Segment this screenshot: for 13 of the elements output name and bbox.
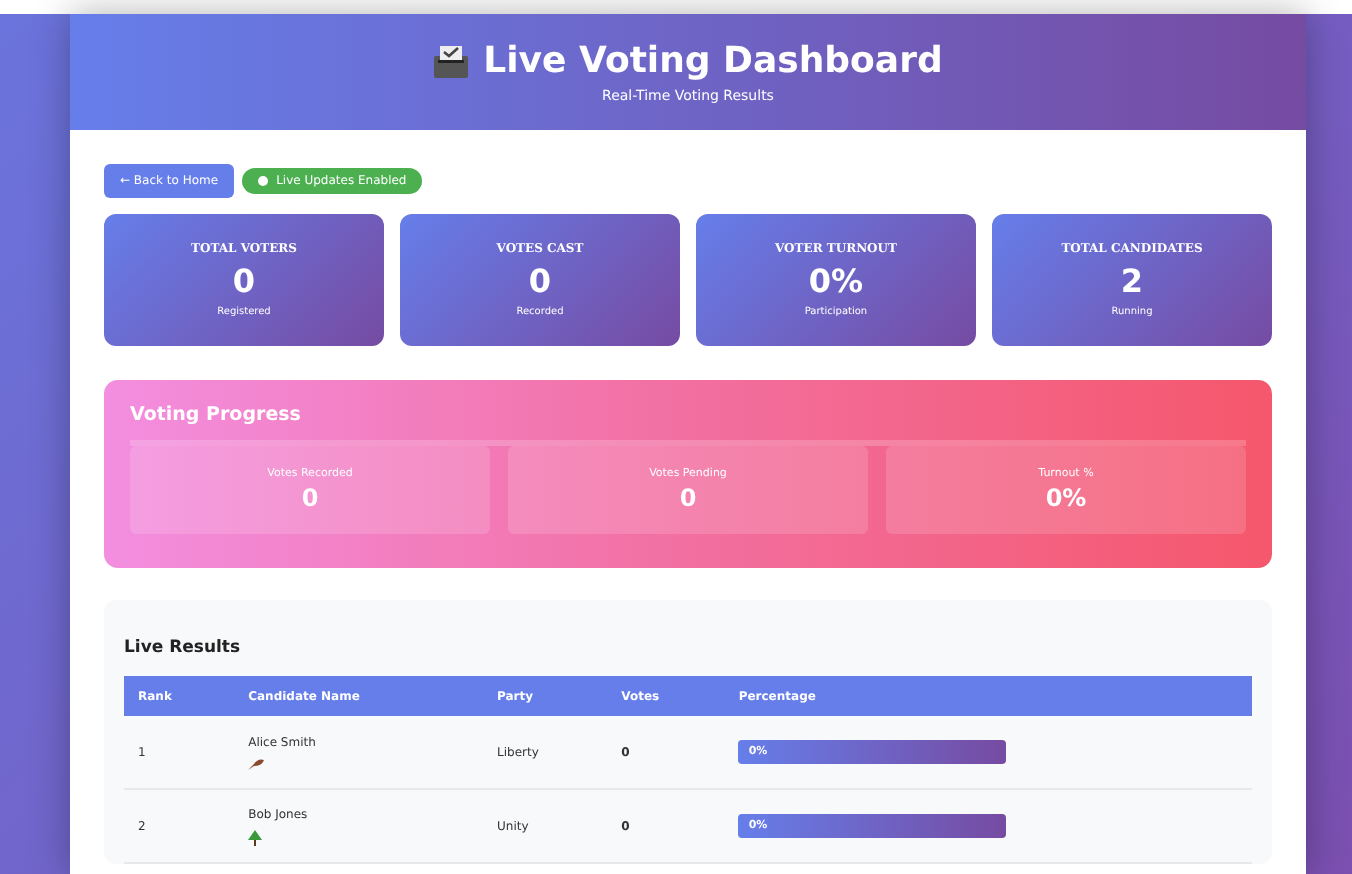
stat-value: 0% xyxy=(808,262,864,300)
dashboard-title: Live Voting Dashboard xyxy=(483,40,943,82)
tree-icon xyxy=(248,829,263,845)
results-title: Live Results xyxy=(124,638,241,658)
feather-icon xyxy=(248,757,265,769)
progress-value: 0% xyxy=(1045,484,1087,512)
progress-value: 0 xyxy=(301,484,319,512)
progress-value: 0 xyxy=(679,484,697,512)
progress-title: Voting Progress xyxy=(130,404,303,426)
stat-value: 0 xyxy=(232,262,256,300)
stat-value: 0 xyxy=(528,262,552,300)
ballot-box-icon xyxy=(433,45,468,77)
stat-value: 2 xyxy=(1120,262,1144,300)
